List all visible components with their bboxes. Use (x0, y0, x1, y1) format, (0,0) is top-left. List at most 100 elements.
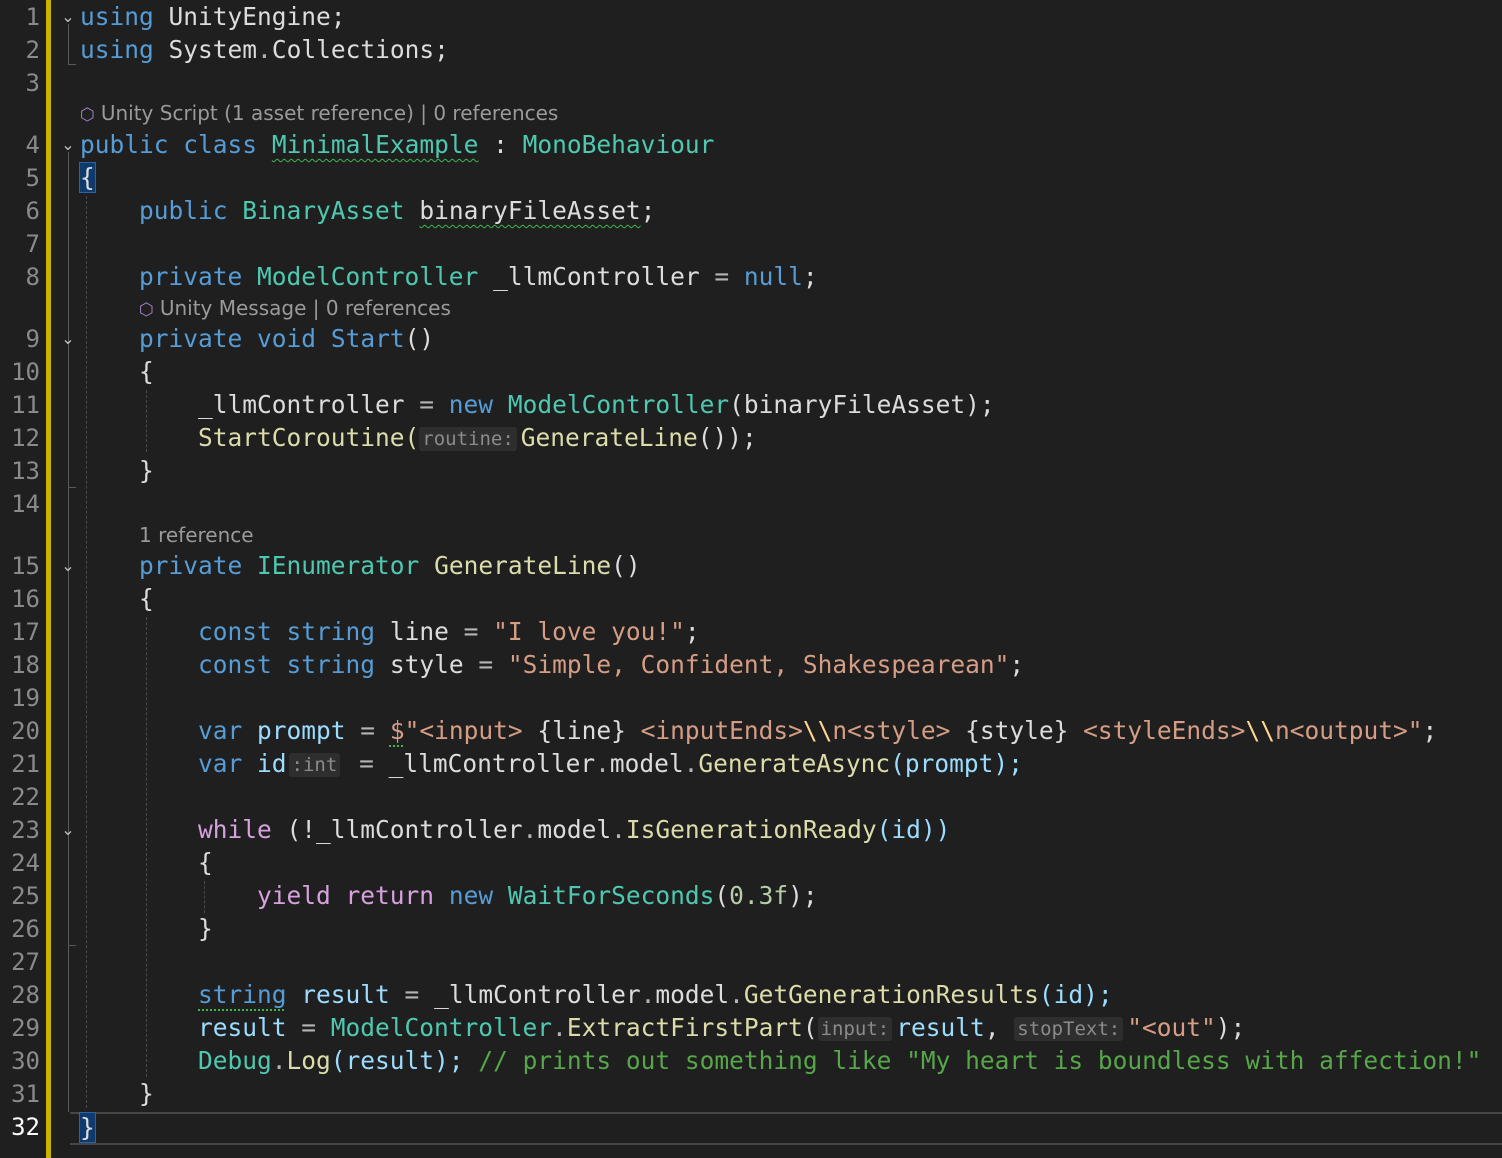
codelens-start[interactable]: ⬡ Unity Message | 0 references (139, 294, 451, 322)
field-name[interactable]: _llmController (434, 980, 641, 1009)
code-line[interactable]: StartCoroutine(routine: GenerateLine()); (198, 421, 757, 454)
keyword: public (80, 130, 169, 159)
line-number-gutter: 1 2 3 4 5 6 7 8 9 10 11 12 13 14 15 16 1… (0, 0, 44, 1158)
method-call[interactable]: GenerateAsync (698, 749, 890, 778)
field-name[interactable]: _llmController (316, 815, 523, 844)
codelens-text[interactable]: Unity Script (1 asset reference) | 0 ref… (101, 101, 559, 125)
code-line[interactable]: { (139, 582, 154, 615)
punctuation: ()); (697, 423, 757, 452)
type-name[interactable]: ModelController (331, 1013, 552, 1042)
type-name[interactable]: WaitForSeconds (508, 881, 715, 910)
method-name[interactable]: Start (331, 324, 405, 353)
base-type[interactable]: MonoBehaviour (523, 130, 715, 159)
method-call[interactable]: GetGenerationResults (744, 980, 1039, 1009)
field-name[interactable]: _llmController (198, 390, 405, 419)
code-line[interactable]: { (139, 355, 154, 388)
punctuation: ( (714, 881, 730, 910)
fold-chevron-icon[interactable]: ⌄ (58, 813, 78, 846)
code-line[interactable]: var id:int = _llmController.model.Genera… (198, 747, 1023, 780)
method-call[interactable]: GenerateLine (521, 423, 698, 452)
code-line[interactable]: using UnityEngine; (80, 0, 346, 33)
field-name[interactable]: _llmController (389, 749, 596, 778)
namespace: System (168, 35, 258, 64)
variable[interactable]: result (896, 1013, 985, 1042)
line-number: 16 (11, 585, 40, 613)
code-line[interactable]: public class MinimalExample : MonoBehavi… (80, 128, 714, 161)
variable[interactable]: result (301, 980, 390, 1009)
string-literal: $ (389, 716, 405, 745)
code-line[interactable]: private void Start() (139, 322, 434, 355)
variable[interactable]: id (257, 749, 287, 778)
operator: = (404, 390, 449, 419)
brace: { (198, 848, 213, 877)
line-number: 5 (25, 164, 40, 192)
inlay-hint: stopText: (1014, 1017, 1124, 1041)
code-line[interactable]: { (198, 846, 213, 879)
code-line[interactable]: Debug.Log(result); // prints out somethi… (198, 1044, 1481, 1077)
code-line[interactable]: string result = _llmController.model.Get… (198, 978, 1113, 1011)
type-name[interactable]: Debug (198, 1046, 272, 1075)
brace: } (139, 456, 154, 485)
type-name[interactable]: ModelController (508, 390, 729, 419)
punctuation: . (595, 749, 610, 778)
punctuation: ; (1009, 650, 1025, 679)
codelens-text[interactable]: Unity Message | 0 references (160, 296, 451, 320)
code-editor[interactable]: 1 2 3 4 5 6 7 8 9 10 11 12 13 14 15 16 1… (0, 0, 1502, 1158)
type-name[interactable]: ModelController (257, 262, 478, 291)
type-name[interactable]: BinaryAsset (242, 196, 404, 225)
fold-chevron-icon[interactable]: ⌄ (58, 549, 78, 582)
inlay-hint: :int (288, 753, 341, 777)
code-line[interactable]: while (!_llmController.model.IsGeneratio… (198, 813, 950, 846)
indent-guide (86, 196, 87, 1108)
codelens-text[interactable]: 1 reference (139, 523, 254, 547)
code-line[interactable]: } (198, 912, 213, 945)
line-number: 9 (25, 325, 40, 353)
method-call[interactable]: Log (287, 1046, 331, 1075)
property[interactable]: model (610, 749, 684, 778)
operator: = (345, 716, 390, 745)
variable[interactable]: style (390, 650, 464, 679)
field-name[interactable]: _llmController (493, 262, 700, 291)
code-line-current[interactable]: } (79, 1111, 96, 1144)
variable[interactable]: line (390, 617, 449, 646)
code-line[interactable]: } (139, 454, 154, 487)
punctuation: . (522, 815, 538, 844)
arguments: (prompt); (890, 749, 1023, 778)
code-line[interactable]: { (79, 161, 96, 194)
codelens-class[interactable]: ⬡ Unity Script (1 asset reference) | 0 re… (80, 99, 558, 127)
code-line[interactable]: using System.Collections; (80, 33, 449, 66)
method-call[interactable]: StartCoroutine( (198, 423, 419, 452)
fold-region-end (68, 64, 76, 65)
keyword: while (198, 815, 272, 844)
variable[interactable]: result (198, 1013, 287, 1042)
code-line[interactable]: var prompt = $"<input> {line} <inputEnds… (198, 714, 1437, 747)
code-line[interactable]: } (139, 1077, 154, 1110)
code-line[interactable]: const string line = "I love you!"; (198, 615, 700, 648)
variable[interactable]: prompt (257, 716, 346, 745)
arguments: (binaryFileAsset); (729, 390, 995, 419)
indent-guide (146, 390, 147, 452)
method-call[interactable]: IsGenerationReady (626, 815, 877, 844)
punctuation: . (729, 980, 744, 1009)
field-name[interactable]: binaryFileAsset (419, 196, 640, 225)
code-line[interactable]: private IEnumerator GenerateLine() (139, 549, 641, 582)
operator: = (389, 980, 435, 1009)
code-line[interactable]: const string style = "Simple, Confident,… (198, 648, 1024, 681)
code-line[interactable]: yield return new WaitForSeconds(0.3f); (257, 879, 818, 912)
line-number: 28 (11, 981, 40, 1009)
string-literal: n<style> (832, 716, 966, 745)
fold-region-line (68, 152, 69, 1112)
code-line[interactable]: result = ModelController.ExtractFirstPar… (198, 1011, 1245, 1044)
type-name[interactable]: IEnumerator (257, 551, 419, 580)
code-line[interactable]: private ModelController _llmController =… (139, 260, 818, 293)
code-line[interactable]: _llmController = new ModelController(bin… (198, 388, 995, 421)
method-name[interactable]: GenerateLine (434, 551, 611, 580)
fold-chevron-icon[interactable]: ⌄ (58, 322, 78, 355)
property[interactable]: model (655, 980, 729, 1009)
method-call[interactable]: ExtractFirstPart (567, 1013, 803, 1042)
class-name[interactable]: MinimalExample (272, 130, 479, 159)
codelens-generate-line[interactable]: 1 reference (139, 521, 254, 549)
code-line[interactable]: public BinaryAsset binaryFileAsset; (139, 194, 655, 227)
property[interactable]: model (537, 815, 611, 844)
indent-guide (146, 617, 147, 1077)
